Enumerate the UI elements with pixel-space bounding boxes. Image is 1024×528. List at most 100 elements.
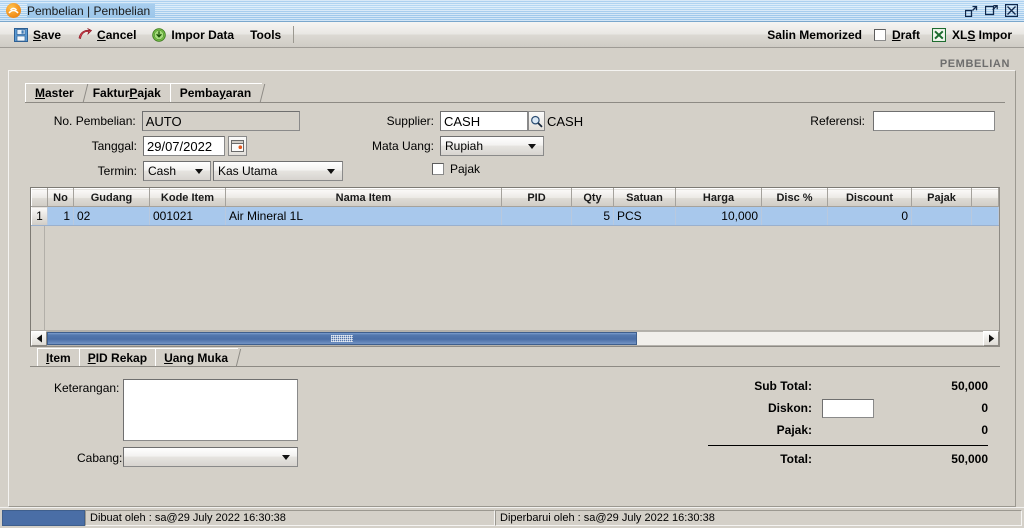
termin-select[interactable]: Cash	[143, 161, 211, 181]
col-rowhdr	[31, 188, 48, 207]
col-discount[interactable]: Discount	[827, 188, 912, 207]
items-grid: No Gudang Kode Item Nama Item PID Qty Sa…	[30, 187, 1000, 347]
cell-harga[interactable]: 10,000	[675, 206, 762, 226]
toolbar-divider	[293, 26, 295, 43]
save-button[interactable]: Save	[6, 24, 69, 46]
diskon-input[interactable]	[822, 398, 874, 418]
mata-uang-field: Mata Uang: Rupiah	[350, 136, 544, 156]
floppy-disk-icon	[14, 27, 28, 42]
totals-panel: Sub Total: 50,000 Diskon: 0 Pajak: 0 Tot…	[678, 375, 988, 470]
orange-circle-icon	[6, 3, 21, 18]
totals-divider	[708, 445, 988, 446]
cell-qty[interactable]: 5	[571, 206, 614, 226]
total-row: Total: 50,000	[678, 448, 988, 470]
draft-checkbox[interactable]: Draft	[873, 28, 920, 42]
application-window: Pembelian | Pembelian Save Cancel Impor …	[0, 0, 1024, 528]
window-controls	[964, 4, 1021, 18]
tab-faktur-pajak[interactable]: Faktur Pajak	[82, 83, 172, 102]
status-updated-by: Diperbarui oleh : sa@29 July 2022 16:30:…	[495, 510, 1022, 526]
status-bar: Dibuat oleh : sa@29 July 2022 16:30:38 D…	[0, 507, 1024, 528]
tools-button[interactable]: Tools	[242, 24, 289, 46]
col-gudang[interactable]: Gudang	[73, 188, 150, 207]
status-progress-indicator	[2, 510, 85, 526]
items-grid-hscrollbar[interactable]	[31, 330, 999, 346]
tanggal-input[interactable]: 29/07/2022	[143, 136, 225, 156]
mata-uang-select[interactable]: Rupiah	[440, 136, 544, 156]
col-kode-item[interactable]: Kode Item	[149, 188, 226, 207]
cell-no[interactable]: 1	[47, 206, 74, 226]
cabang-label: Cabang:	[77, 451, 123, 465]
referensi-label: Referensi:	[810, 114, 865, 128]
no-pembelian-field: No. Pembelian: AUTO	[25, 111, 300, 131]
undo-arrow-icon	[77, 27, 93, 42]
chevron-down-icon	[282, 454, 290, 460]
restore-down-icon[interactable]	[964, 4, 978, 18]
pajak-label: Pajak	[450, 162, 481, 176]
col-satuan[interactable]: Satuan	[613, 188, 676, 207]
cell-extra[interactable]	[971, 206, 999, 226]
pajak-checkbox-field[interactable]: Pajak	[432, 162, 480, 176]
referensi-input[interactable]	[873, 111, 995, 131]
tools-label: Tools	[250, 27, 282, 42]
draft-checkbox-box[interactable]	[873, 28, 886, 41]
search-icon[interactable]	[528, 111, 545, 131]
sub-total-row: Sub Total: 50,000	[678, 375, 988, 397]
col-qty[interactable]: Qty	[571, 188, 614, 207]
tab-item[interactable]: Item	[37, 348, 81, 366]
hscrollbar-thumb[interactable]	[47, 332, 637, 345]
arrow-left-icon[interactable]	[31, 331, 47, 346]
pajak-checkbox-box[interactable]	[432, 163, 444, 175]
col-nama-item[interactable]: Nama Item	[225, 188, 502, 207]
tab-pembayaran[interactable]: Pemba y aran	[169, 83, 263, 102]
pajak-total-value: 0	[981, 423, 988, 437]
title-bar: Pembelian | Pembelian	[0, 0, 1024, 22]
supplier-input[interactable]: CASH	[440, 111, 528, 131]
table-row[interactable]: 1 1 02 001021 Air Mineral 1L 5 PCS 10,00…	[31, 206, 999, 226]
cell-gudang[interactable]: 02	[73, 206, 150, 226]
cell-pid[interactable]	[501, 206, 572, 226]
cell-nama-item[interactable]: Air Mineral 1L	[225, 206, 502, 226]
cell-kode-item[interactable]: 001021	[149, 206, 226, 226]
impor-data-button[interactable]: Impor Data	[144, 24, 242, 46]
cell-discount[interactable]: 0	[827, 206, 912, 226]
no-pembelian-label: No. Pembelian:	[53, 114, 136, 128]
hscrollbar-track[interactable]	[47, 331, 983, 346]
termin-field: Termin: Cash Kas Utama	[25, 161, 343, 181]
col-harga[interactable]: Harga	[675, 188, 762, 207]
diskon-label: Diskon:	[767, 401, 812, 415]
main-toolbar: Save Cancel Impor Data Tools Salin Memor…	[0, 22, 1024, 48]
tab-master[interactable]: Master	[25, 83, 85, 102]
main-tabs: Master Faktur Pajak Pemba y aran	[25, 82, 1015, 102]
no-pembelian-input[interactable]: AUTO	[141, 111, 300, 131]
cell-satuan[interactable]: PCS	[613, 206, 676, 226]
tab-uang-muka[interactable]: Uang Muka	[155, 348, 239, 366]
tab-pid-rekap[interactable]: P ID Rekap	[78, 348, 158, 366]
status-created-by: Dibuat oleh : sa@29 July 2022 16:30:38	[85, 510, 495, 526]
col-pid[interactable]: PID	[501, 188, 572, 207]
col-extra[interactable]	[971, 188, 999, 207]
col-no[interactable]: No	[47, 188, 74, 207]
cancel-button[interactable]: Cancel	[69, 24, 144, 46]
arrow-right-icon[interactable]	[983, 331, 999, 346]
close-icon[interactable]	[1004, 4, 1018, 18]
keterangan-label: Keterangan:	[54, 381, 120, 395]
col-pajak[interactable]: Pajak	[911, 188, 972, 207]
pajak-row: Pajak: 0	[678, 419, 988, 441]
keterangan-textarea[interactable]	[123, 379, 298, 441]
cell-pajak[interactable]	[911, 206, 972, 226]
cell-disc-pct[interactable]	[761, 206, 828, 226]
termin-value: Cash	[148, 164, 177, 178]
xls-impor-button[interactable]: XLS Impor	[931, 27, 1012, 42]
cabang-select[interactable]	[123, 447, 298, 467]
form-outer-panel: Master Faktur Pajak Pemba y aran No. Pembe…	[8, 70, 1016, 507]
termin-account-select[interactable]: Kas Utama	[213, 161, 343, 181]
calendar-icon[interactable]	[228, 136, 247, 156]
chevron-down-icon	[327, 168, 335, 174]
row-header-cell[interactable]: 1	[31, 206, 48, 226]
page-title: PEMBELIAN	[939, 58, 1010, 70]
maximize-icon[interactable]	[984, 4, 998, 18]
items-grid-empty-area[interactable]	[31, 226, 999, 330]
col-disc-pct[interactable]: Disc %	[761, 188, 828, 207]
salin-memorized-button[interactable]: Salin Memorized	[767, 28, 862, 42]
xls-impor-label: XLS Impor	[951, 27, 1012, 42]
